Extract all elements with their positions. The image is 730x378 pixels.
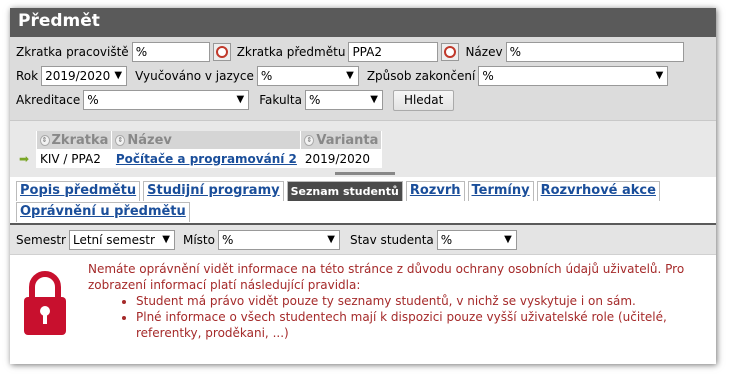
chevron-down-icon: ▼ <box>655 70 664 81</box>
cell-zkratka: KIV / PPA2 <box>36 149 112 168</box>
filter-panel: Zkratka pracoviště % Zkratka předmětu PP… <box>10 37 716 121</box>
results-header-row: ⇕ Zkratka ⇕ Název ⇕ Varianta <box>16 131 383 149</box>
chevron-down-icon: ▼ <box>370 94 378 105</box>
tab-opravneni[interactable]: Oprávnění u předmětu <box>16 202 190 222</box>
course-link[interactable]: Počítače a programování 2 <box>116 152 297 166</box>
table-row[interactable]: ➡ KIV / PPA2 Počítače a programování 2 2… <box>16 149 382 168</box>
semestr-select[interactable]: Letní semestr ▼ <box>68 229 175 250</box>
sort-icon[interactable]: ⇕ <box>115 134 126 146</box>
column-header-nazev[interactable]: ⇕ Název <box>111 131 302 149</box>
fakulta-value: % <box>308 93 321 107</box>
column-header-varianta[interactable]: ⇕ Varianta <box>300 131 383 149</box>
fakulta-select[interactable]: % ▼ <box>304 90 383 110</box>
cell-nazev[interactable]: Počítače a programování 2 <box>111 149 301 168</box>
nazev-label: Název <box>465 45 503 59</box>
akreditace-value: % <box>87 93 99 107</box>
sort-icon[interactable]: ⇕ <box>304 134 315 146</box>
chevron-down-icon: ▼ <box>114 70 123 81</box>
results-table: ⇕ Zkratka ⇕ Název ⇕ Varianta ➡ KIV / PPA2 P… <box>16 131 383 168</box>
vyucovano-value: % <box>260 69 273 83</box>
zkratka-predmetu-input[interactable]: PPA2 <box>348 42 439 62</box>
zkratka-pracoviste-label: Zkratka pracoviště <box>16 45 129 59</box>
tab-seznam-studentu[interactable]: Seznam studentů <box>286 181 403 201</box>
tab-terminy[interactable]: Termíny <box>467 181 534 201</box>
header-spacer <box>16 131 37 149</box>
lock-icon <box>24 271 66 335</box>
zpusob-label: Způsob zakončení <box>366 69 476 83</box>
access-denied-message: Nemáte oprávnění vidět informace na této… <box>10 255 716 351</box>
zkratka-predmetu-label: Zkratka předmětu <box>236 45 346 59</box>
zpusob-value: % <box>482 69 494 83</box>
list-item: Student má právo vidět pouze ty seznamy … <box>136 293 713 309</box>
rok-value: 2019/2020 <box>45 69 111 83</box>
rules-list: Student má právo vidět pouze ty seznamy … <box>88 293 713 341</box>
misto-select[interactable]: % ▼ <box>217 229 340 250</box>
student-filter-bar: Semestr Letní semestr ▼ Místo % ▼ Stav stu… <box>10 225 716 255</box>
selected-arrow-icon: ➡ <box>19 151 30 166</box>
search-button[interactable]: Hledat <box>392 89 455 111</box>
fakulta-label: Fakulta <box>259 93 302 107</box>
cell-varianta: 2019/2020 <box>300 149 382 168</box>
stav-select[interactable]: % ▼ <box>436 229 517 250</box>
akreditace-label: Akreditace <box>16 93 81 107</box>
rok-label: Rok <box>16 69 39 83</box>
chevron-down-icon: ▼ <box>504 233 512 245</box>
message-intro: Nemáte oprávnění vidět informace na této… <box>88 262 685 292</box>
zpusob-select[interactable]: % ▼ <box>478 66 669 86</box>
vyucovano-select[interactable]: % ▼ <box>256 66 359 86</box>
course-window: Předmět Zkratka pracoviště % Zkratka pře… <box>10 8 716 364</box>
page-title: Předmět <box>10 8 716 37</box>
tab-rozvrh[interactable]: Rozvrh <box>405 181 465 201</box>
chevron-down-icon: ▼ <box>236 94 245 105</box>
tab-studijni-programy[interactable]: Studijní programy <box>143 181 284 201</box>
chevron-down-icon: ▼ <box>327 233 335 245</box>
misto-label: Místo <box>182 232 215 247</box>
column-label: Varianta <box>316 132 379 148</box>
stav-value: % <box>440 232 453 247</box>
zkratka-pracoviste-input[interactable]: % <box>131 42 210 62</box>
tab-rozvrhove-akce[interactable]: Rozvrhové akce <box>536 181 660 201</box>
zkratka-predmetu-clear-icon[interactable] <box>441 43 460 61</box>
zkratka-pracoviste-clear-icon[interactable] <box>212 43 231 61</box>
message-text: Nemáte oprávnění vidět informace na této… <box>88 261 713 341</box>
chevron-down-icon: ▼ <box>162 233 170 245</box>
column-label: Název <box>127 132 172 148</box>
column-header-zkratka[interactable]: ⇕ Zkratka <box>36 131 113 149</box>
list-item: Plné informace o všech studentech mají k… <box>136 309 713 341</box>
tab-popis-predmetu[interactable]: Popis předmětu <box>16 181 141 201</box>
misto-value: % <box>221 232 234 247</box>
resize-handle[interactable] <box>335 172 395 175</box>
tab-bar: Popis předmětu Studijní programy Seznam … <box>10 177 716 225</box>
semestr-value: Letní semestr <box>72 232 155 247</box>
results-panel: ⇕ Zkratka ⇕ Název ⇕ Varianta ➡ KIV / PPA2 P… <box>10 121 716 177</box>
semestr-label: Semestr <box>16 232 66 247</box>
vyucovano-label: Vyučováno v jazyce <box>135 69 254 83</box>
rok-select[interactable]: 2019/2020 ▼ <box>41 66 128 86</box>
nazev-input[interactable]: % <box>505 42 684 62</box>
akreditace-select[interactable]: % ▼ <box>83 90 250 110</box>
sort-icon[interactable]: ⇕ <box>39 134 50 146</box>
stav-label: Stav studenta <box>349 232 434 247</box>
column-label: Zkratka <box>51 132 109 148</box>
chevron-down-icon: ▼ <box>346 70 354 81</box>
